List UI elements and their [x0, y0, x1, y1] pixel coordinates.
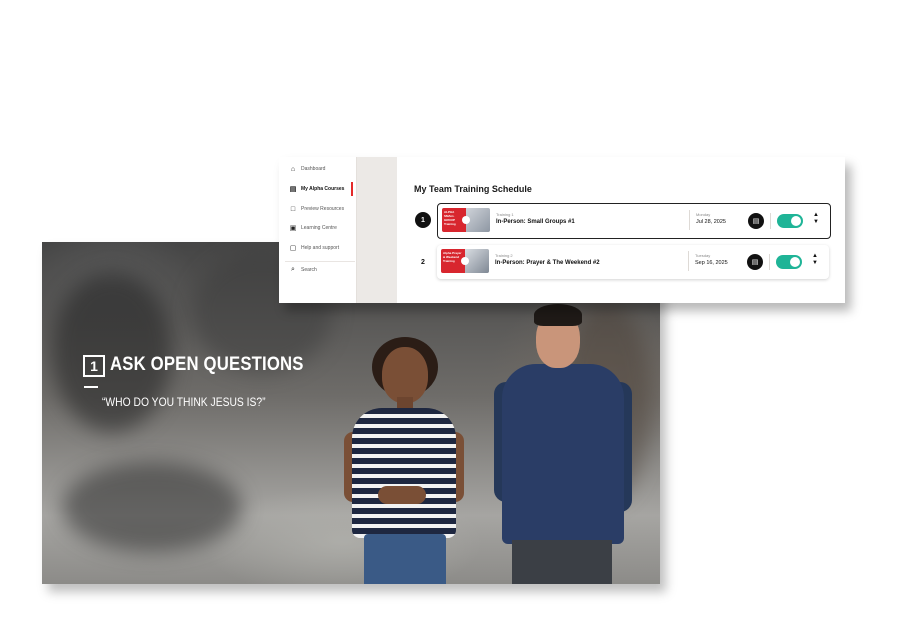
training-index-badge: 2	[421, 258, 425, 266]
training-date: Sep 16, 2025	[695, 260, 728, 266]
sidebar-item-label: Dashboard	[301, 166, 326, 172]
play-icon	[462, 216, 470, 224]
sidebar-item-label: Preview Resources	[301, 206, 345, 212]
training-thumbnail: Alpha Prayer & Weekend Training	[441, 249, 489, 273]
training-card[interactable]: ALPHA SMALL GROUP Training Training 1 In…	[437, 203, 831, 239]
chevron-up-icon: ▲	[812, 253, 818, 259]
training-title: In-Person: Small Groups #1	[496, 219, 575, 225]
training-label: Training 1	[496, 212, 514, 217]
help-icon: ▢	[289, 245, 297, 252]
overlay-divider	[84, 386, 98, 388]
step-number-box: 1	[83, 355, 105, 377]
training-day: Monday	[696, 212, 711, 217]
reorder-handle[interactable]: ▲ ▼	[811, 212, 821, 230]
courses-icon: ▤	[289, 186, 297, 193]
sidebar-item-my-alpha-courses[interactable]: ▤ My Alpha Courses	[279, 181, 355, 197]
sidebar-item-dashboard[interactable]: ⌂ Dashboard	[279, 161, 355, 177]
sidebar-item-label: My Alpha Courses	[301, 186, 345, 192]
dashboard-window: ⌂ Dashboard ▤ My Alpha Courses □ Preview…	[279, 157, 845, 303]
training-thumbnail: ALPHA SMALL GROUP Training	[442, 208, 490, 232]
chevron-up-icon: ▲	[813, 212, 819, 218]
calendar-icon: ▤	[751, 259, 759, 266]
training-day: Tuesday	[695, 253, 711, 258]
video-overlay-quote: “WHO DO YOU THINK JESUS IS?”	[102, 395, 266, 409]
sidebar-item-label: Help and support	[301, 245, 340, 251]
calendar-button[interactable]: ▤	[747, 254, 763, 270]
training-enabled-toggle[interactable]	[777, 214, 803, 228]
card-divider	[770, 213, 771, 229]
sidebar-nav: ⌂ Dashboard ▤ My Alpha Courses □ Preview…	[279, 157, 357, 303]
training-title: In-Person: Prayer & The Weekend #2	[495, 260, 600, 266]
card-divider	[769, 254, 770, 270]
page-title: My Team Training Schedule	[414, 184, 532, 194]
calendar-icon: ▤	[752, 218, 760, 225]
reorder-handle[interactable]: ▲ ▼	[810, 253, 820, 271]
background-figure	[62, 462, 242, 552]
calendar-button[interactable]: ▤	[748, 213, 764, 229]
training-index-badge: 1	[415, 212, 431, 228]
search-icon: ⌕	[291, 266, 295, 273]
training-card[interactable]: Alpha Prayer & Weekend Training Training…	[437, 245, 829, 279]
play-icon	[461, 257, 469, 265]
sidebar-item-help-and-support[interactable]: ▢ Help and support	[279, 240, 355, 256]
home-icon: ⌂	[290, 165, 296, 173]
chevron-down-icon: ▼	[812, 260, 818, 266]
sidebar-item-label: Learning Centre	[301, 225, 337, 231]
book-icon: ▣	[289, 225, 297, 232]
training-date: Jul 28, 2025	[696, 219, 726, 225]
card-divider	[688, 251, 689, 271]
sidebar-gutter	[357, 157, 397, 303]
chevron-down-icon: ▼	[813, 219, 819, 225]
training-label: Training 2	[495, 253, 513, 258]
sidebar-item-preview-resources[interactable]: □ Preview Resources	[279, 201, 355, 217]
monitor-icon: □	[290, 205, 296, 213]
sidebar-item-label: Search	[301, 267, 317, 273]
card-divider	[689, 210, 690, 230]
sidebar-item-search[interactable]: ⌕ Search	[279, 262, 355, 278]
main-content: My Team Training Schedule 1 ALPHA SMALL …	[397, 157, 845, 303]
sidebar-item-learning-centre[interactable]: ▣ Learning Centre	[279, 220, 355, 236]
video-overlay-title: ASK OPEN QUESTIONS	[110, 354, 304, 375]
training-enabled-toggle[interactable]	[776, 255, 802, 269]
